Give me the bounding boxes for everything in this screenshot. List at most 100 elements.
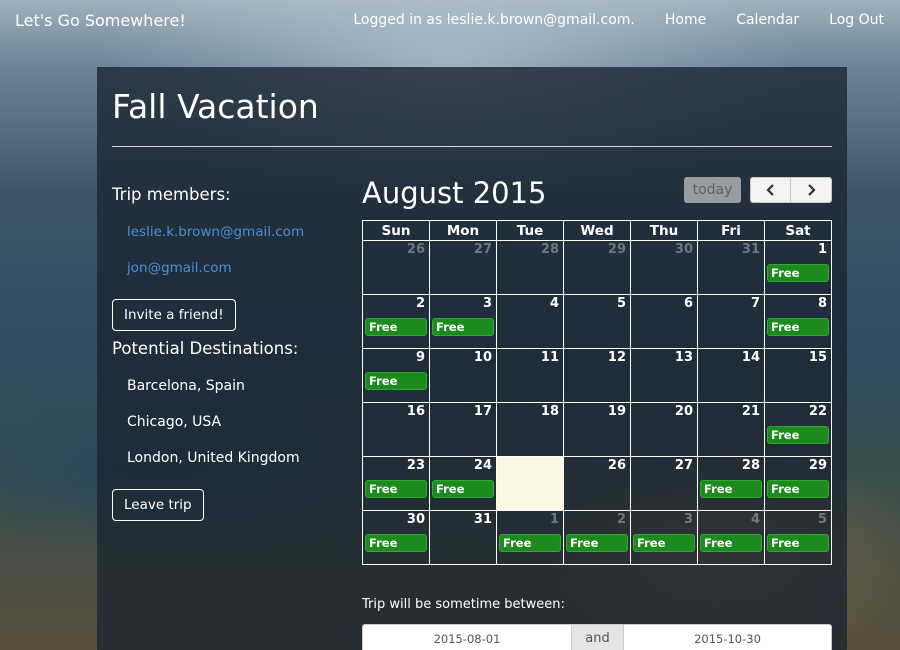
- leave-trip-button[interactable]: Leave trip: [112, 489, 204, 521]
- calendar-day[interactable]: 7: [697, 294, 765, 349]
- member-link[interactable]: jon@gmail.com: [127, 260, 342, 276]
- destination-item: London, United Kingdom: [127, 450, 300, 466]
- calendar-week-row: 26 27 28 29 30 31 1 Free: [362, 240, 832, 295]
- day-number: 19: [607, 404, 626, 419]
- calendar-day[interactable]: 28 Free: [697, 456, 765, 511]
- day-number: 2: [415, 296, 425, 311]
- calendar-day[interactable]: 14: [697, 348, 765, 403]
- calendar-day[interactable]: 22 Free: [764, 402, 832, 457]
- day-number: 29: [808, 458, 827, 473]
- calendar-week-row: 9 Free 10 11 12 13 14 15: [362, 348, 832, 403]
- free-event[interactable]: Free: [365, 318, 427, 336]
- calendar-day[interactable]: 20: [630, 402, 698, 457]
- free-event[interactable]: Free: [767, 480, 829, 498]
- day-number: 21: [741, 404, 760, 419]
- nav-logout-link[interactable]: Log Out: [829, 12, 884, 28]
- calendar-day[interactable]: 29 Free: [764, 456, 832, 511]
- day-number: 4: [549, 296, 559, 311]
- day-number: 3: [482, 296, 492, 311]
- day-number: 24: [473, 458, 492, 473]
- calendar-grid: Sun Mon Tue Wed Thu Fri Sat 26 27 28 29 30 31 1 Free 2…: [362, 220, 832, 565]
- calendar-day[interactable]: 26: [362, 240, 430, 295]
- end-date-input[interactable]: 2015-10-30: [623, 624, 832, 650]
- day-number: 7: [750, 296, 760, 311]
- weekday-header: Sun: [362, 220, 430, 241]
- calendar-day[interactable]: 26: [563, 456, 631, 511]
- calendar-day[interactable]: 17: [429, 402, 497, 457]
- calendar-day[interactable]: 15: [764, 348, 832, 403]
- calendar-body: 26 27 28 29 30 31 1 Free 2 Free 3 Free 4 5 6 7 8 Free 9 Fre…: [362, 240, 832, 565]
- calendar-day[interactable]: 23 Free: [362, 456, 430, 511]
- weekday-header: Fri: [697, 220, 765, 241]
- free-event[interactable]: Free: [365, 480, 427, 498]
- calendar-day[interactable]: 12: [563, 348, 631, 403]
- free-event[interactable]: Free: [365, 534, 427, 552]
- next-month-button[interactable]: [791, 177, 832, 203]
- calendar-day[interactable]: 10: [429, 348, 497, 403]
- free-event[interactable]: Free: [700, 534, 762, 552]
- prev-month-button[interactable]: [750, 177, 791, 203]
- calendar-day[interactable]: 3 Free: [429, 294, 497, 349]
- calendar-day[interactable]: 16: [362, 402, 430, 457]
- free-event[interactable]: Free: [767, 264, 829, 282]
- free-event[interactable]: Free: [365, 372, 427, 390]
- day-number: 13: [674, 350, 693, 365]
- free-event[interactable]: Free: [700, 480, 762, 498]
- day-number: 15: [808, 350, 827, 365]
- calendar-day[interactable]: 3 Free: [630, 510, 698, 565]
- calendar-day[interactable]: 6: [630, 294, 698, 349]
- calendar-day[interactable]: 18: [496, 402, 564, 457]
- member-link[interactable]: leslie.k.brown@gmail.com: [127, 224, 342, 240]
- nav-calendar-link[interactable]: Calendar: [736, 12, 799, 28]
- free-event[interactable]: Free: [767, 534, 829, 552]
- calendar-day[interactable]: 31: [429, 510, 497, 565]
- day-number: 30: [674, 242, 693, 257]
- calendar-day[interactable]: 1 Free: [764, 240, 832, 295]
- chevron-right-icon: [808, 184, 816, 196]
- calendar-day[interactable]: 31: [697, 240, 765, 295]
- free-event[interactable]: Free: [432, 480, 494, 498]
- free-event[interactable]: Free: [633, 534, 695, 552]
- day-number: 29: [607, 242, 626, 257]
- brand-link[interactable]: Let's Go Somewhere!: [15, 11, 186, 30]
- free-event[interactable]: Free: [566, 534, 628, 552]
- nav-home-link[interactable]: Home: [665, 12, 706, 28]
- day-number: 31: [741, 242, 760, 257]
- free-event[interactable]: Free: [499, 534, 561, 552]
- day-number: 16: [406, 404, 425, 419]
- calendar-day[interactable]: 8 Free: [764, 294, 832, 349]
- calendar-day[interactable]: 1 Free: [496, 510, 564, 565]
- invite-friend-button[interactable]: Invite a friend!: [112, 299, 236, 331]
- calendar-day[interactable]: 11: [496, 348, 564, 403]
- calendar-day[interactable]: 2 Free: [362, 294, 430, 349]
- calendar-day[interactable]: 28: [496, 240, 564, 295]
- calendar-day[interactable]: 4 Free: [697, 510, 765, 565]
- day-number: 26: [406, 242, 425, 257]
- calendar-day[interactable]: 30: [630, 240, 698, 295]
- and-addon: and: [572, 624, 623, 650]
- free-event[interactable]: Free: [767, 426, 829, 444]
- day-number: 3: [683, 512, 693, 527]
- free-event[interactable]: Free: [432, 318, 494, 336]
- free-event[interactable]: Free: [767, 318, 829, 336]
- calendar-day[interactable]: 5: [563, 294, 631, 349]
- calendar-day[interactable]: 9 Free: [362, 348, 430, 403]
- today-button[interactable]: today: [684, 177, 741, 203]
- calendar-day[interactable]: 21: [697, 402, 765, 457]
- day-number: 26: [607, 458, 626, 473]
- calendar-day[interactable]: 13: [630, 348, 698, 403]
- calendar-day[interactable]: 2 Free: [563, 510, 631, 565]
- calendar-day[interactable]: 24 Free: [429, 456, 497, 511]
- members-heading: Trip members:: [112, 185, 231, 204]
- calendar-day[interactable]: 27: [429, 240, 497, 295]
- calendar-day-today[interactable]: 25: [496, 456, 564, 511]
- calendar-day[interactable]: 5 Free: [764, 510, 832, 565]
- calendar-day[interactable]: 29: [563, 240, 631, 295]
- calendar-day[interactable]: 30 Free: [362, 510, 430, 565]
- calendar-day[interactable]: 19: [563, 402, 631, 457]
- calendar-day[interactable]: 27: [630, 456, 698, 511]
- day-number: 22: [808, 404, 827, 419]
- calendar-day[interactable]: 4: [496, 294, 564, 349]
- day-number: 27: [674, 458, 693, 473]
- start-date-input[interactable]: 2015-08-01: [362, 624, 572, 650]
